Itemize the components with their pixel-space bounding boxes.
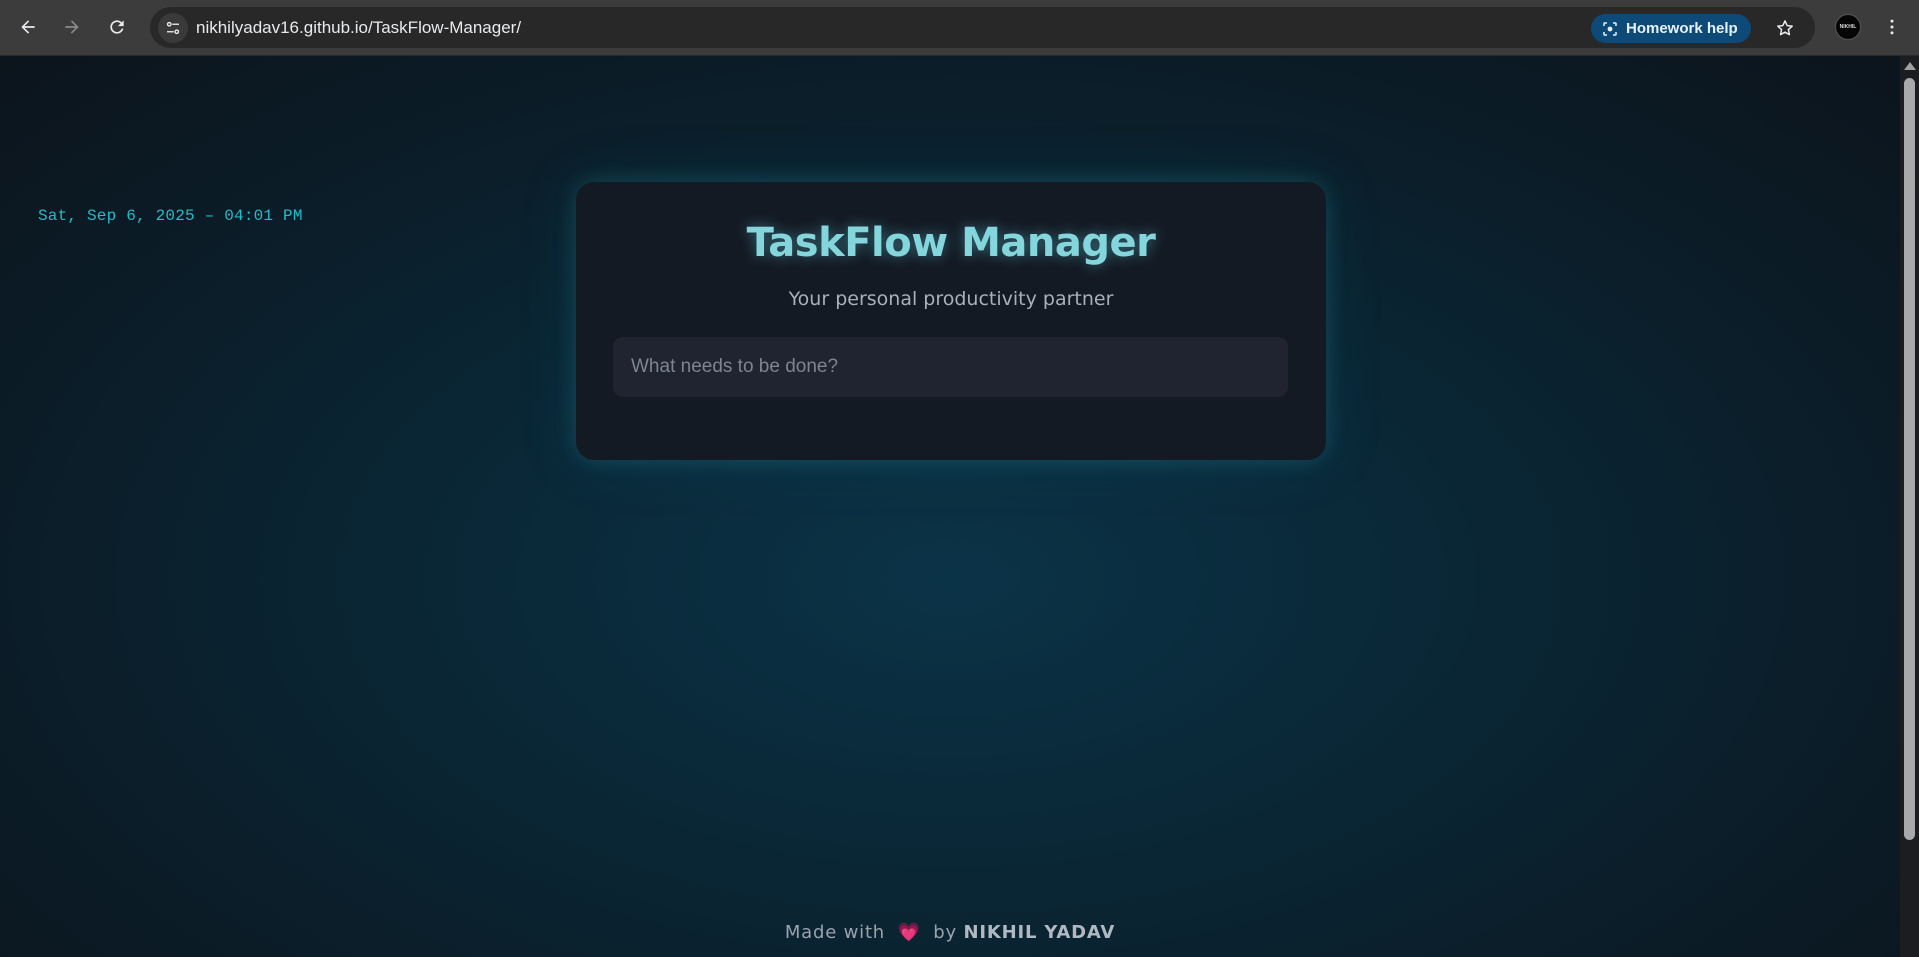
forward-button[interactable] (57, 12, 87, 42)
datetime-display: Sat, Sep 6, 2025 – 04:01 PM (38, 207, 303, 225)
site-info-icon (166, 21, 180, 35)
site-info-button[interactable] (158, 13, 188, 43)
url-text[interactable]: nikhilyadav16.github.io/TaskFlow-Manager… (196, 18, 521, 38)
footer-by: by (933, 922, 957, 943)
scroll-thumb[interactable] (1904, 78, 1915, 840)
address-bar[interactable]: nikhilyadav16.github.io/TaskFlow-Manager… (150, 7, 1815, 48)
homework-help-label: Homework help (1626, 20, 1738, 37)
bookmark-button[interactable] (1770, 13, 1800, 43)
more-vert-icon (1890, 19, 1894, 35)
scroll-up-arrow-icon[interactable] (1904, 62, 1916, 70)
page-title: TaskFlow Manager (746, 220, 1156, 266)
heart-icon: 💗 (897, 922, 921, 943)
star-icon (1777, 20, 1793, 36)
new-task-input[interactable] (613, 337, 1288, 397)
back-icon (21, 20, 35, 34)
page-subtitle: Your personal productivity partner (788, 288, 1114, 310)
profile-avatar[interactable]: NIKHIL (1835, 14, 1861, 40)
lens-icon (1603, 21, 1617, 36)
homework-help-button[interactable]: Homework help (1591, 14, 1751, 43)
vertical-scrollbar[interactable] (1900, 56, 1919, 957)
browser-menu-button[interactable] (1880, 12, 1904, 42)
reload-button[interactable] (102, 12, 132, 42)
footer-made-with: Made with (784, 922, 886, 943)
footer-author: NIKHIL YADAV (963, 922, 1116, 943)
footer: Made with 💗 by NIKHIL YADAV (0, 922, 1900, 943)
back-button[interactable] (13, 12, 43, 42)
reload-icon (110, 20, 124, 34)
browser-toolbar: nikhilyadav16.github.io/TaskFlow-Manager… (0, 0, 1919, 56)
forward-icon (65, 20, 79, 34)
task-card: TaskFlow Manager Your personal productiv… (576, 182, 1326, 460)
page-content: Sat, Sep 6, 2025 – 04:01 PM TaskFlow Man… (0, 56, 1900, 957)
profile-initials: NIKHIL (1839, 24, 1857, 30)
